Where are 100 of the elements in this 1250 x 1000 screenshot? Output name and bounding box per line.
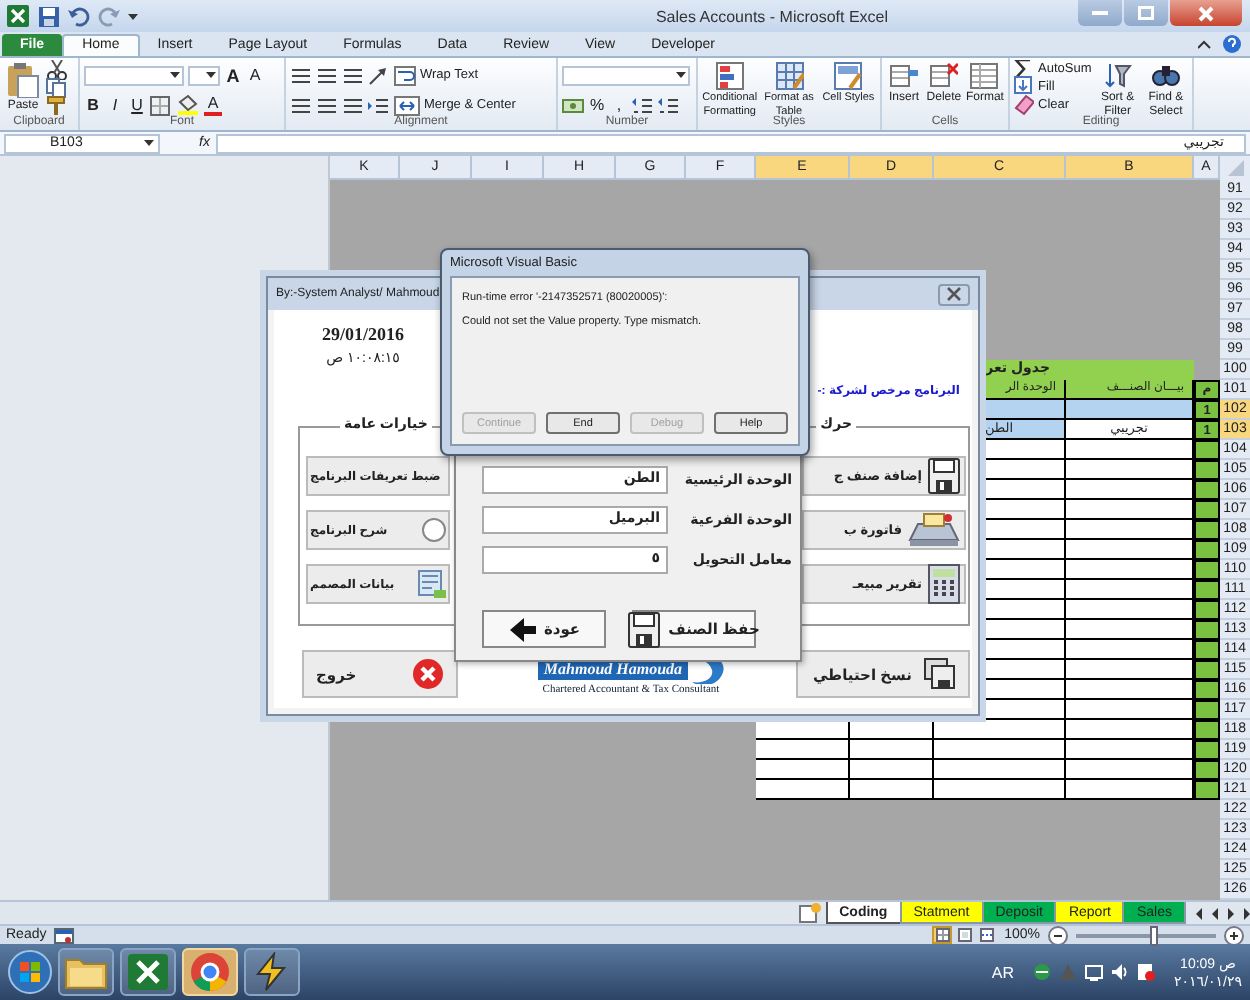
radio-icon — [422, 518, 446, 542]
normal-view-button[interactable] — [932, 926, 953, 944]
taskbar-button[interactable] — [182, 948, 238, 996]
comma-button[interactable]: , — [610, 95, 628, 115]
paste-icon — [6, 62, 40, 98]
increase-decimal-icon — [632, 95, 654, 115]
top-align-button[interactable] — [290, 65, 312, 85]
table-cell — [756, 760, 850, 780]
minimize-icon — [1092, 10, 1108, 16]
bottom-align-icon — [342, 65, 364, 85]
page-layout-view-button[interactable] — [954, 926, 975, 944]
help-icon[interactable] — [1222, 34, 1242, 54]
indent-button[interactable] — [368, 95, 390, 115]
next-sheet-icon[interactable] — [1226, 905, 1236, 921]
wrap-text-icon — [394, 65, 416, 85]
slider-thumb[interactable] — [1149, 925, 1157, 945]
close-button[interactable] — [1170, 0, 1242, 26]
insert-sheet-icon[interactable] — [797, 902, 822, 924]
table-cell — [1066, 780, 1194, 800]
customize-caret-icon[interactable] — [128, 13, 138, 19]
monitor-icon[interactable] — [1084, 962, 1105, 982]
zoom-out-icon[interactable] — [1048, 925, 1068, 945]
excel-logo-icon[interactable] — [6, 4, 30, 28]
volume-icon[interactable] — [1110, 962, 1131, 982]
table-cell — [1066, 520, 1194, 540]
bottom-align-button[interactable] — [342, 65, 364, 85]
table-cell — [1066, 740, 1194, 760]
middle-align-icon — [316, 65, 338, 85]
row-index-cell — [1194, 640, 1220, 660]
table-cell — [1066, 580, 1194, 600]
copies-icon — [923, 658, 956, 690]
save-icon[interactable] — [38, 5, 60, 27]
orientation-button[interactable] — [368, 65, 390, 85]
first-sheet-icon[interactable] — [1194, 905, 1204, 921]
align-right-button[interactable] — [342, 95, 364, 115]
indent-icon — [368, 95, 390, 115]
center-icon — [316, 95, 338, 115]
increase-decimal-button[interactable] — [632, 95, 654, 115]
decrease-decimal-button[interactable] — [658, 95, 680, 115]
grow-font-button[interactable]: A — [224, 65, 242, 85]
middle-align-button[interactable] — [316, 65, 338, 85]
table-cell — [1066, 480, 1194, 500]
network-icon[interactable] — [1032, 962, 1053, 982]
zoom-in-icon[interactable] — [1224, 925, 1244, 945]
undo-icon[interactable] — [68, 5, 90, 27]
start-button-icon[interactable] — [8, 950, 52, 994]
row-index-cell — [1194, 580, 1220, 600]
cut-button[interactable] — [46, 60, 68, 78]
table-cell — [850, 780, 934, 800]
close-icon — [944, 284, 964, 304]
last-sheet-icon[interactable] — [1242, 905, 1250, 921]
back-arrow-icon — [507, 615, 536, 643]
cash-register-icon — [908, 512, 960, 548]
fill-color-button[interactable] — [176, 95, 200, 115]
window-title: Sales Accounts - Microsoft Excel — [653, 7, 891, 25]
macro-record-icon[interactable] — [54, 927, 75, 943]
table-cell — [1066, 640, 1194, 660]
format-as-table-icon — [775, 62, 803, 90]
taskbar-button[interactable] — [58, 948, 114, 996]
conditional-formatting-icon — [715, 62, 744, 90]
previous-sheet-icon[interactable] — [1210, 905, 1220, 921]
currency-button[interactable] — [562, 95, 584, 115]
italic-button[interactable]: I — [106, 95, 124, 115]
copy-icon — [46, 77, 68, 97]
date-text: 29/01/2016 — [322, 324, 405, 344]
cut-icon — [46, 60, 68, 79]
taskbar-button[interactable] — [244, 948, 300, 996]
grid-icon — [935, 928, 950, 942]
center-button[interactable] — [316, 95, 338, 115]
table-cell — [934, 760, 1066, 780]
table-cell — [1066, 720, 1194, 740]
ribbon-collapse-icon[interactable] — [1198, 39, 1212, 49]
borders-button[interactable] — [150, 95, 172, 115]
caret-icon — [170, 72, 180, 78]
borders-icon — [150, 95, 172, 115]
row-index-cell — [1194, 660, 1220, 680]
table-cell — [1066, 600, 1194, 620]
table-cell — [756, 780, 850, 800]
align-right-icon — [342, 95, 364, 115]
row-index-cell — [1194, 560, 1220, 580]
language-indicator[interactable]: AR — [991, 963, 1015, 981]
insert-icon — [889, 62, 918, 90]
bold-button[interactable]: B — [84, 95, 102, 115]
close-button[interactable] — [938, 283, 970, 305]
shrink-font-button[interactable]: A — [246, 65, 264, 85]
format-painter-button[interactable] — [46, 96, 68, 114]
percent-button[interactable]: % — [588, 95, 606, 115]
row-index-cell — [1194, 440, 1220, 460]
row-index-cell — [1194, 740, 1220, 760]
page-break-view-button[interactable] — [976, 926, 997, 944]
fill-color-icon — [176, 94, 200, 116]
action-center-icon[interactable] — [1136, 962, 1157, 982]
table-cell — [1066, 680, 1194, 700]
font-color-button[interactable]: A — [204, 95, 222, 115]
align-left-button[interactable] — [290, 95, 312, 115]
taskbar-button[interactable] — [120, 948, 176, 996]
font-size-dropdown[interactable] — [188, 65, 220, 85]
underline-button[interactable]: U — [128, 95, 146, 115]
table-cell — [1066, 540, 1194, 560]
copy-button[interactable] — [46, 78, 68, 96]
